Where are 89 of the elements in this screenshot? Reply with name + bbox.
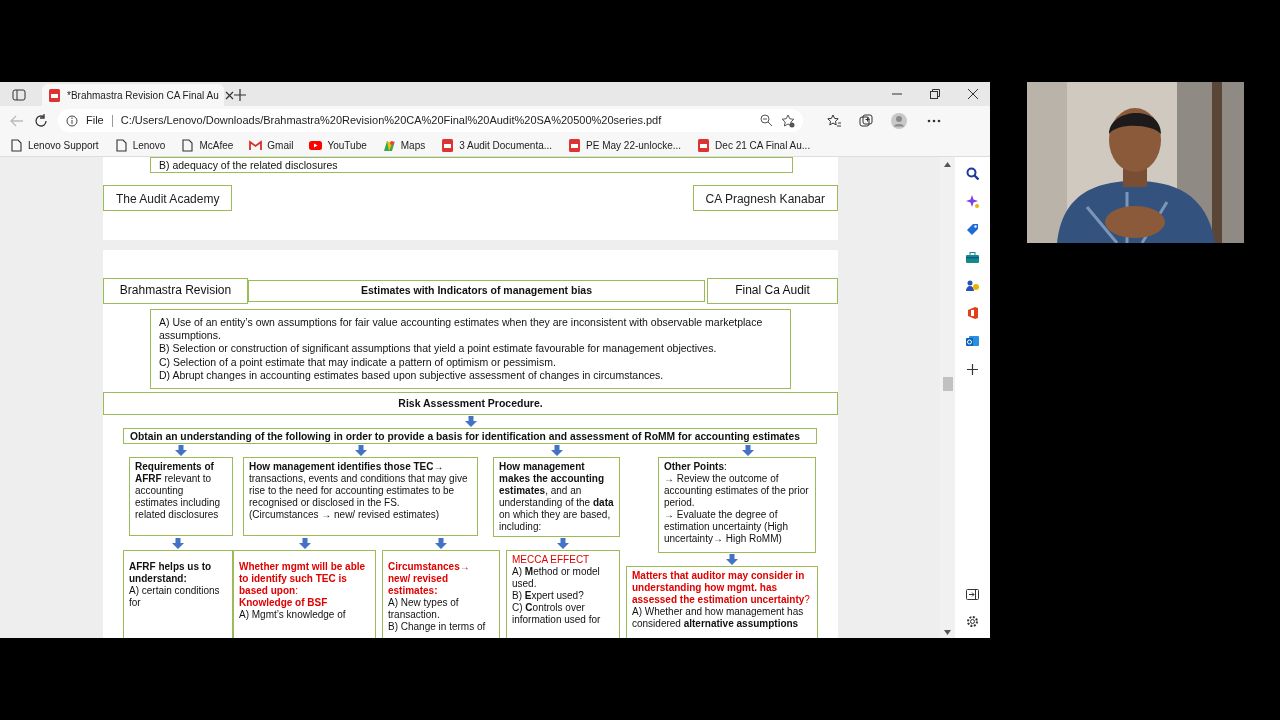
mail-icon: [249, 139, 263, 152]
box-text: Circumstances→ new/ revised estimates:: [388, 561, 471, 597]
info-icon: [66, 114, 78, 127]
instruction-text: Obtain an understanding of the following in order to provide a basis for identification and assessment of RoMM for accounting estimates: [123, 428, 817, 444]
indicator-text: A) Use of an entity’s own assumptions for fair value accounting estimates when they are inconsistent with observable marketplace assumptions.: [159, 316, 764, 343]
zoom-out-icon[interactable]: [760, 114, 773, 127]
box-text: → Review the outcome of accounting estimates of the prior period.: [664, 473, 810, 509]
down-arrow-icon: [175, 445, 187, 456]
box-text: A) Whether and how management has considered alternative assumptions: [632, 606, 805, 630]
box-text: How management identifies those TEC→ transactions, events and conditions that may give rise to the need for accounting estimates to be recognised or disclosed in the FS.: [249, 461, 469, 509]
down-arrow-icon: [298, 538, 311, 549]
bookmark-link[interactable]: PE May 22-unlocke...: [568, 138, 682, 153]
box-text: MECCA EFFECT: [512, 554, 591, 566]
indicator-text: D) Abrupt changes in accounting estimates based upon subjective assessment of changes in circumstances.: [159, 368, 665, 382]
down-arrow-icon: [354, 445, 367, 456]
add-icon[interactable]: [966, 363, 979, 376]
procedure-title: Risk Assessment Procedure.: [103, 392, 838, 415]
office-icon[interactable]: [966, 307, 979, 320]
box-text: Requirements of AFRF relevant to accounting estimates including related disclosures: [135, 461, 222, 521]
box-text: How management makes the accounting estimates, and an understanding of the data on which they are based, including:: [499, 461, 614, 533]
more-icon[interactable]: [927, 118, 941, 123]
profile-icon[interactable]: [891, 112, 907, 129]
star-add-icon[interactable]: [781, 113, 795, 128]
sidebar-toggle-icon[interactable]: [12, 89, 26, 101]
down-arrow-icon: [172, 538, 184, 549]
box-text: (Circumstances → new/ revised estimates): [249, 509, 441, 521]
scroll-up-icon[interactable]: [944, 162, 951, 167]
collections-icon[interactable]: [859, 113, 873, 128]
down-arrow-icon: [464, 416, 477, 427]
play-icon: [309, 139, 323, 152]
bookmark-link[interactable]: YouTube: [309, 138, 367, 153]
mail-app-icon[interactable]: [966, 335, 979, 348]
box-text: Whether mgmt will be able to identify such TEC is based upon:: [239, 561, 367, 597]
scrollbar-thumb[interactable]: [942, 377, 953, 391]
settings-icon[interactable]: [966, 615, 979, 628]
header-label: Final Ca Audit: [707, 278, 838, 304]
box-text: B) Expert used?: [512, 590, 585, 602]
favorites-icon[interactable]: [827, 113, 841, 128]
restore-icon[interactable]: [930, 89, 940, 99]
pdf-icon: [441, 139, 455, 152]
footer-label: The Audit Academy: [103, 185, 233, 211]
box-text: A) New types of transaction.: [388, 597, 460, 621]
down-arrow-icon: [742, 445, 754, 456]
indicator-text: B) Selection or construction of significant assumptions that yield a point estimate favourable for management objectives.: [159, 342, 718, 356]
person-icon[interactable]: [966, 279, 979, 292]
box-text: → Evaluate the degree of estimation uncertainty (High uncertainty→ High RoMM): [664, 509, 789, 545]
address-bar[interactable]: File C:/Users/Lenovo/Downloads/Brahmastra%20Revision%20CA%20Final%20Audit%20SA%20500%20series.pdf: [58, 109, 803, 132]
box-text: Knowledge of BSF: [239, 597, 329, 609]
map-icon: [382, 139, 396, 152]
box-text: A) certain conditions for: [129, 585, 221, 609]
pdf-icon: [568, 139, 582, 152]
bookmark-link[interactable]: Lenovo Support: [10, 138, 99, 153]
pdf-icon: [48, 88, 61, 102]
down-arrow-icon: [435, 538, 447, 549]
sparkle-icon[interactable]: [966, 195, 979, 208]
footer-label: CA Pragnesh Kanabar: [692, 185, 838, 211]
indicator-text: C) Selection of a point estimate that may indicate a pattern of optimism or pessimism.: [159, 355, 557, 369]
bookmark-link[interactable]: McAfee: [181, 138, 234, 153]
bookmark-link[interactable]: 3 Audit Documenta...: [441, 138, 553, 153]
new-tab-icon[interactable]: [234, 89, 246, 101]
box-text: AFRF helps us to understand:: [129, 561, 213, 585]
refresh-icon[interactable]: [34, 113, 48, 128]
scroll-down-icon[interactable]: [944, 630, 951, 635]
list-item: B) adequacy of the related disclosures: [150, 157, 793, 173]
bookmark-link[interactable]: Gmail: [249, 138, 294, 153]
header-title: Estimates with Indicators of management bias: [248, 280, 705, 302]
down-arrow-icon: [557, 538, 569, 549]
box-text: Matters that auditor may consider in understanding how mgmt. has assessed the estimation uncertainty?: [632, 570, 811, 606]
tag-icon[interactable]: [966, 223, 979, 236]
page-icon: [181, 139, 195, 152]
search-icon[interactable]: [966, 167, 979, 180]
close-icon[interactable]: [968, 89, 978, 99]
down-arrow-icon: [726, 554, 738, 565]
box-text: B) Change in terms of: [388, 621, 487, 633]
box-text: A) Method or model used.: [512, 566, 601, 590]
page-icon: [10, 139, 23, 152]
down-arrow-icon: [550, 445, 563, 456]
box-text: C) Controls over information used for: [512, 602, 602, 626]
page-icon: [114, 139, 128, 152]
bookmark-link[interactable]: Lenovo: [114, 138, 166, 153]
panel-icon[interactable]: [966, 589, 979, 600]
briefcase-icon[interactable]: [966, 251, 979, 264]
bookmark-link[interactable]: Dec 21 CA Final Au...: [697, 138, 811, 153]
box-text: A) Mgmt’s knowledge of: [239, 609, 347, 621]
header-label: Brahmastra Revision: [103, 278, 248, 304]
close-icon[interactable]: [224, 90, 234, 100]
pdf-icon: [697, 139, 711, 152]
box-text: Other Points:: [664, 461, 728, 473]
bookmark-link[interactable]: Maps: [382, 138, 426, 153]
